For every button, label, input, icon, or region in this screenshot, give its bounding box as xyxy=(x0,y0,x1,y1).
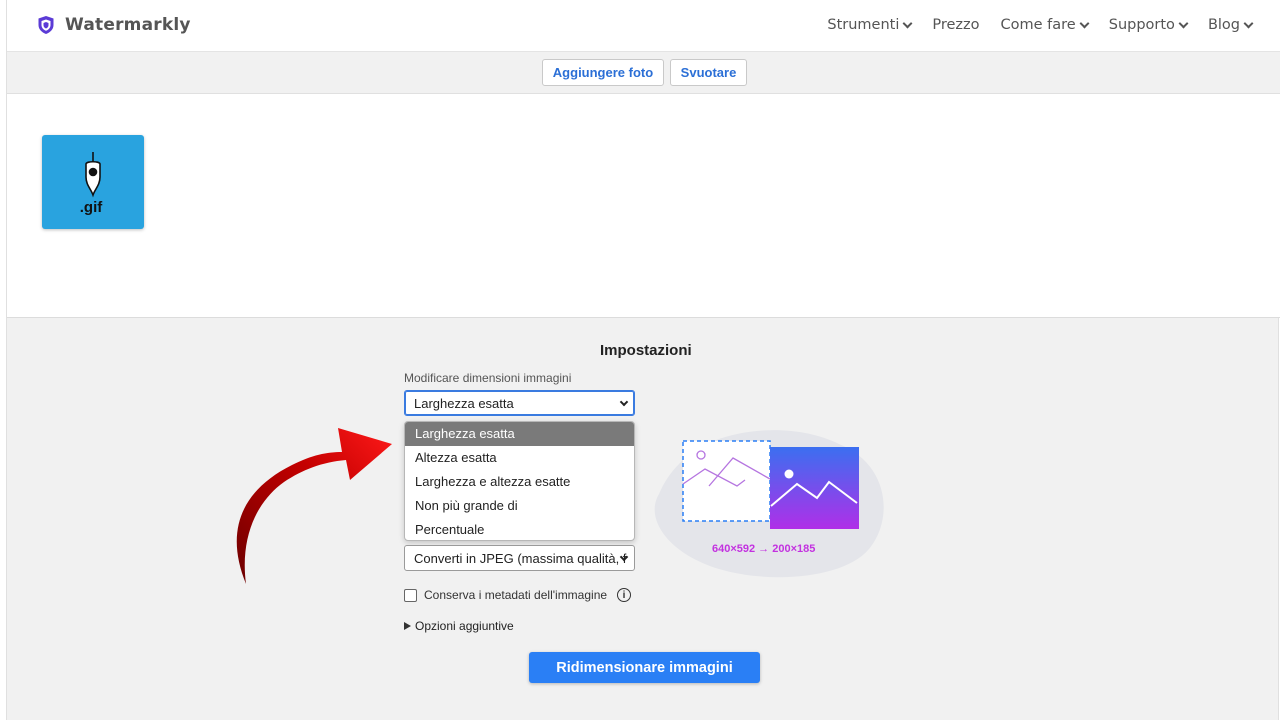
nav-prezzo[interactable]: Prezzo xyxy=(932,17,979,33)
add-photos-button[interactable]: Aggiungere foto xyxy=(542,59,664,86)
brand-name: Watermarkly xyxy=(65,15,191,35)
nav-come-fare[interactable]: Come fare xyxy=(1000,17,1090,33)
nav-strumenti[interactable]: Strumenti xyxy=(827,17,913,33)
metadata-checkbox[interactable] xyxy=(404,588,417,602)
brand-logo[interactable]: Watermarkly xyxy=(37,15,191,35)
action-toolbar: Aggiungere foto Svuotare xyxy=(7,52,1280,94)
nav-blog[interactable]: Blog xyxy=(1207,17,1254,33)
option-altezza-esatta[interactable]: Altezza esatta xyxy=(405,446,634,470)
resize-mode-label: Modificare dimensioni immagini xyxy=(404,371,572,385)
metadata-label: Conserva i metadati dell'immagine xyxy=(424,588,608,602)
nav-label: Come fare xyxy=(1000,17,1076,33)
nav-supporto[interactable]: Supporto xyxy=(1108,17,1189,33)
more-options-toggle[interactable]: Opzioni aggiuntive xyxy=(404,619,514,633)
info-icon[interactable]: i xyxy=(617,588,632,602)
option-larghezza-altezza[interactable]: Larghezza e altezza esatte xyxy=(405,470,634,494)
gif-file-icon: .gif xyxy=(80,152,103,216)
settings-title: Impostazioni xyxy=(600,342,692,359)
nav-label: Blog xyxy=(1207,17,1240,33)
metadata-option: Conserva i metadati dell'immagine i xyxy=(404,588,632,602)
resize-mode-select[interactable]: Larghezza esatta xyxy=(404,390,635,416)
red-arrow-annotation xyxy=(236,428,392,584)
main-nav: Strumenti Prezzo Come fare Supporto Blog xyxy=(827,17,1254,33)
option-larghezza-esatta[interactable]: Larghezza esatta xyxy=(405,422,634,446)
clear-button[interactable]: Svuotare xyxy=(670,59,747,86)
format-select[interactable]: Converti in JPEG (massima qualità, f xyxy=(404,545,635,571)
resize-mode-dropdown: Larghezza esatta Altezza esatta Larghezz… xyxy=(404,421,635,541)
chevron-down-icon xyxy=(619,397,629,407)
triangle-right-icon xyxy=(404,622,411,630)
shield-logo-icon xyxy=(38,16,54,34)
chevron-down-icon xyxy=(902,18,913,28)
option-percentuale[interactable]: Percentuale xyxy=(405,517,634,540)
more-options-label: Opzioni aggiuntive xyxy=(415,619,514,633)
thumbnail-ext-label: .gif xyxy=(80,199,103,216)
nav-label: Supporto xyxy=(1108,17,1175,33)
page-frame: Watermarkly Strumenti Prezzo Come fare S… xyxy=(6,0,1280,720)
chevron-down-icon xyxy=(1079,18,1090,28)
illustration-caption: 640×592 → 200×185 xyxy=(712,543,816,555)
image-thumbnail[interactable]: .gif xyxy=(42,135,144,229)
nav-label: Strumenti xyxy=(827,17,900,33)
resize-mode-value: Larghezza esatta xyxy=(414,395,514,411)
resize-images-button[interactable]: Ridimensionare immagini xyxy=(529,652,760,683)
chevron-down-icon xyxy=(1243,18,1254,28)
nav-label: Prezzo xyxy=(932,17,980,33)
image-gallery: .gif xyxy=(7,94,1280,318)
chevron-down-icon xyxy=(1178,18,1189,28)
resize-illustration xyxy=(654,430,884,578)
format-value: Converti in JPEG (massima qualità, f xyxy=(414,550,627,566)
top-navigation: Watermarkly Strumenti Prezzo Come fare S… xyxy=(7,0,1280,52)
option-non-piu-grande[interactable]: Non più grande di xyxy=(405,493,634,517)
